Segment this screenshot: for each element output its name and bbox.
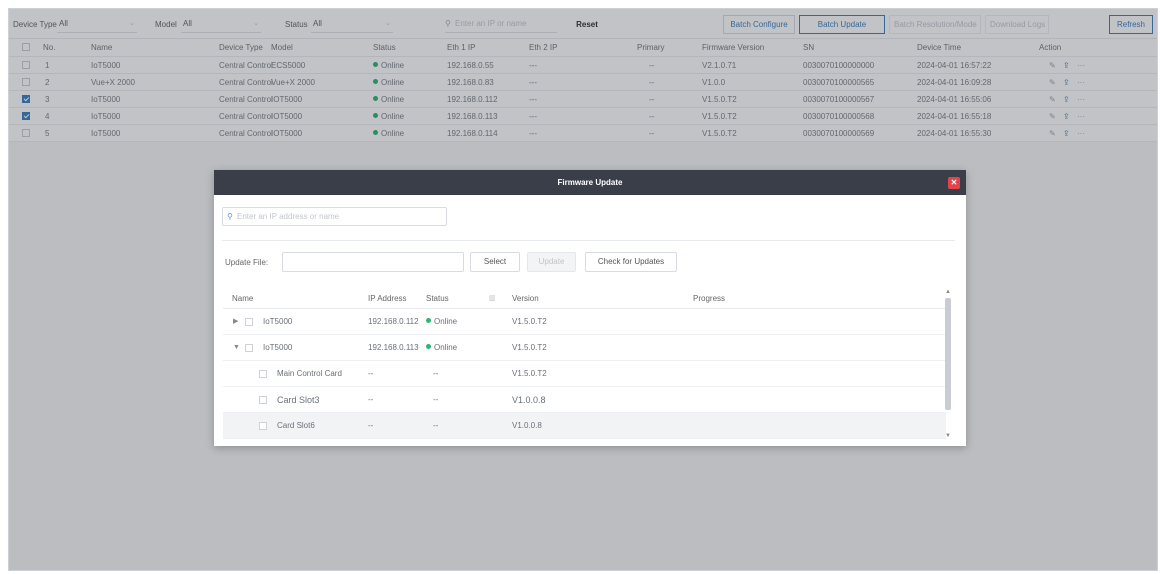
update-button[interactable]: Update bbox=[527, 252, 576, 272]
col-status: Status bbox=[426, 294, 449, 303]
update-file-input[interactable] bbox=[282, 252, 464, 272]
dialog-header: Firmware Update ✕ bbox=[214, 170, 966, 195]
vertical-scrollbar[interactable]: ▲ ▼ bbox=[944, 288, 952, 440]
firmware-row[interactable]: Card Slot3 -- -- V1.0.0.8 bbox=[223, 387, 946, 413]
firmware-table: Name IP Address Status ▥ Version Progres… bbox=[223, 288, 946, 441]
firmware-row[interactable]: Card Slot6 -- -- V1.0.0.8 bbox=[223, 413, 946, 439]
dialog-title: Firmware Update bbox=[557, 178, 623, 187]
firmware-row[interactable]: ▼ IoT5000 192.168.0.113 Online V1.5.0.T2 bbox=[223, 335, 946, 361]
check-for-updates-button[interactable]: Check for Updates bbox=[585, 252, 677, 272]
row-ip: 192.168.0.113 bbox=[368, 343, 419, 352]
row-ip: -- bbox=[368, 369, 374, 378]
row-checkbox[interactable] bbox=[259, 396, 267, 404]
scroll-down-icon[interactable]: ▼ bbox=[944, 432, 952, 440]
select-button[interactable]: Select bbox=[470, 252, 520, 272]
row-name: Main Control Card bbox=[277, 369, 342, 378]
row-name: Card Slot6 bbox=[277, 421, 315, 430]
scroll-up-icon[interactable]: ▲ bbox=[944, 288, 952, 296]
search-icon: ⚲ bbox=[227, 212, 233, 221]
col-progress: Progress bbox=[693, 294, 726, 303]
row-ip: -- bbox=[368, 421, 374, 430]
online-dot-icon bbox=[426, 318, 431, 323]
firmware-table-header: Name IP Address Status ▥ Version Progres… bbox=[223, 288, 946, 309]
row-version: V1.0.0.8 bbox=[512, 395, 546, 405]
col-name: Name bbox=[232, 294, 254, 303]
col-version: Version bbox=[512, 294, 539, 303]
row-version: V1.0.0.8 bbox=[512, 421, 542, 430]
update-file-label: Update File: bbox=[225, 258, 269, 267]
firmware-row[interactable]: ▶ IoT5000 192.168.0.112 Online V1.5.0.T2 bbox=[223, 309, 946, 335]
expand-arrow-icon[interactable]: ▶ bbox=[233, 309, 238, 335]
firmware-row[interactable]: Main Control Card -- -- V1.5.0.T2 bbox=[223, 361, 946, 387]
row-version: V1.5.0.T2 bbox=[512, 317, 547, 326]
row-status: -- bbox=[433, 395, 439, 404]
row-status: Online bbox=[426, 309, 457, 335]
scroll-thumb[interactable] bbox=[945, 298, 951, 410]
app-window: Device Type All ⌄ Model All ⌄ Status All… bbox=[8, 8, 1158, 571]
dialog-search-placeholder: Enter an IP address or name bbox=[237, 212, 340, 221]
row-version: V1.5.0.T2 bbox=[512, 343, 547, 352]
collapse-arrow-icon[interactable]: ▼ bbox=[233, 335, 240, 361]
row-version: V1.5.0.T2 bbox=[512, 369, 547, 378]
row-name: IoT5000 bbox=[263, 317, 293, 326]
online-dot-icon bbox=[426, 344, 431, 349]
row-checkbox[interactable] bbox=[259, 422, 267, 430]
dialog-search-input[interactable]: ⚲ Enter an IP address or name bbox=[222, 207, 447, 226]
row-ip: -- bbox=[368, 395, 374, 404]
col-ip: IP Address bbox=[368, 294, 407, 303]
row-status: -- bbox=[433, 421, 439, 430]
row-ip: 192.168.0.112 bbox=[368, 317, 419, 326]
firmware-update-dialog: Firmware Update ✕ ⚲ Enter an IP address … bbox=[214, 170, 966, 446]
row-checkbox[interactable] bbox=[245, 344, 253, 352]
row-name: IoT5000 bbox=[263, 343, 293, 352]
row-name: Card Slot3 bbox=[277, 395, 320, 405]
close-icon: ✕ bbox=[950, 178, 958, 187]
close-button[interactable]: ✕ bbox=[948, 177, 960, 189]
row-status: -- bbox=[433, 369, 439, 378]
row-checkbox[interactable] bbox=[245, 318, 253, 326]
status-text: Online bbox=[434, 343, 458, 352]
divider bbox=[222, 240, 955, 241]
status-text: Online bbox=[434, 317, 458, 326]
row-status: Online bbox=[426, 335, 457, 361]
row-checkbox[interactable] bbox=[259, 370, 267, 378]
filter-icon[interactable]: ▥ bbox=[489, 288, 496, 309]
